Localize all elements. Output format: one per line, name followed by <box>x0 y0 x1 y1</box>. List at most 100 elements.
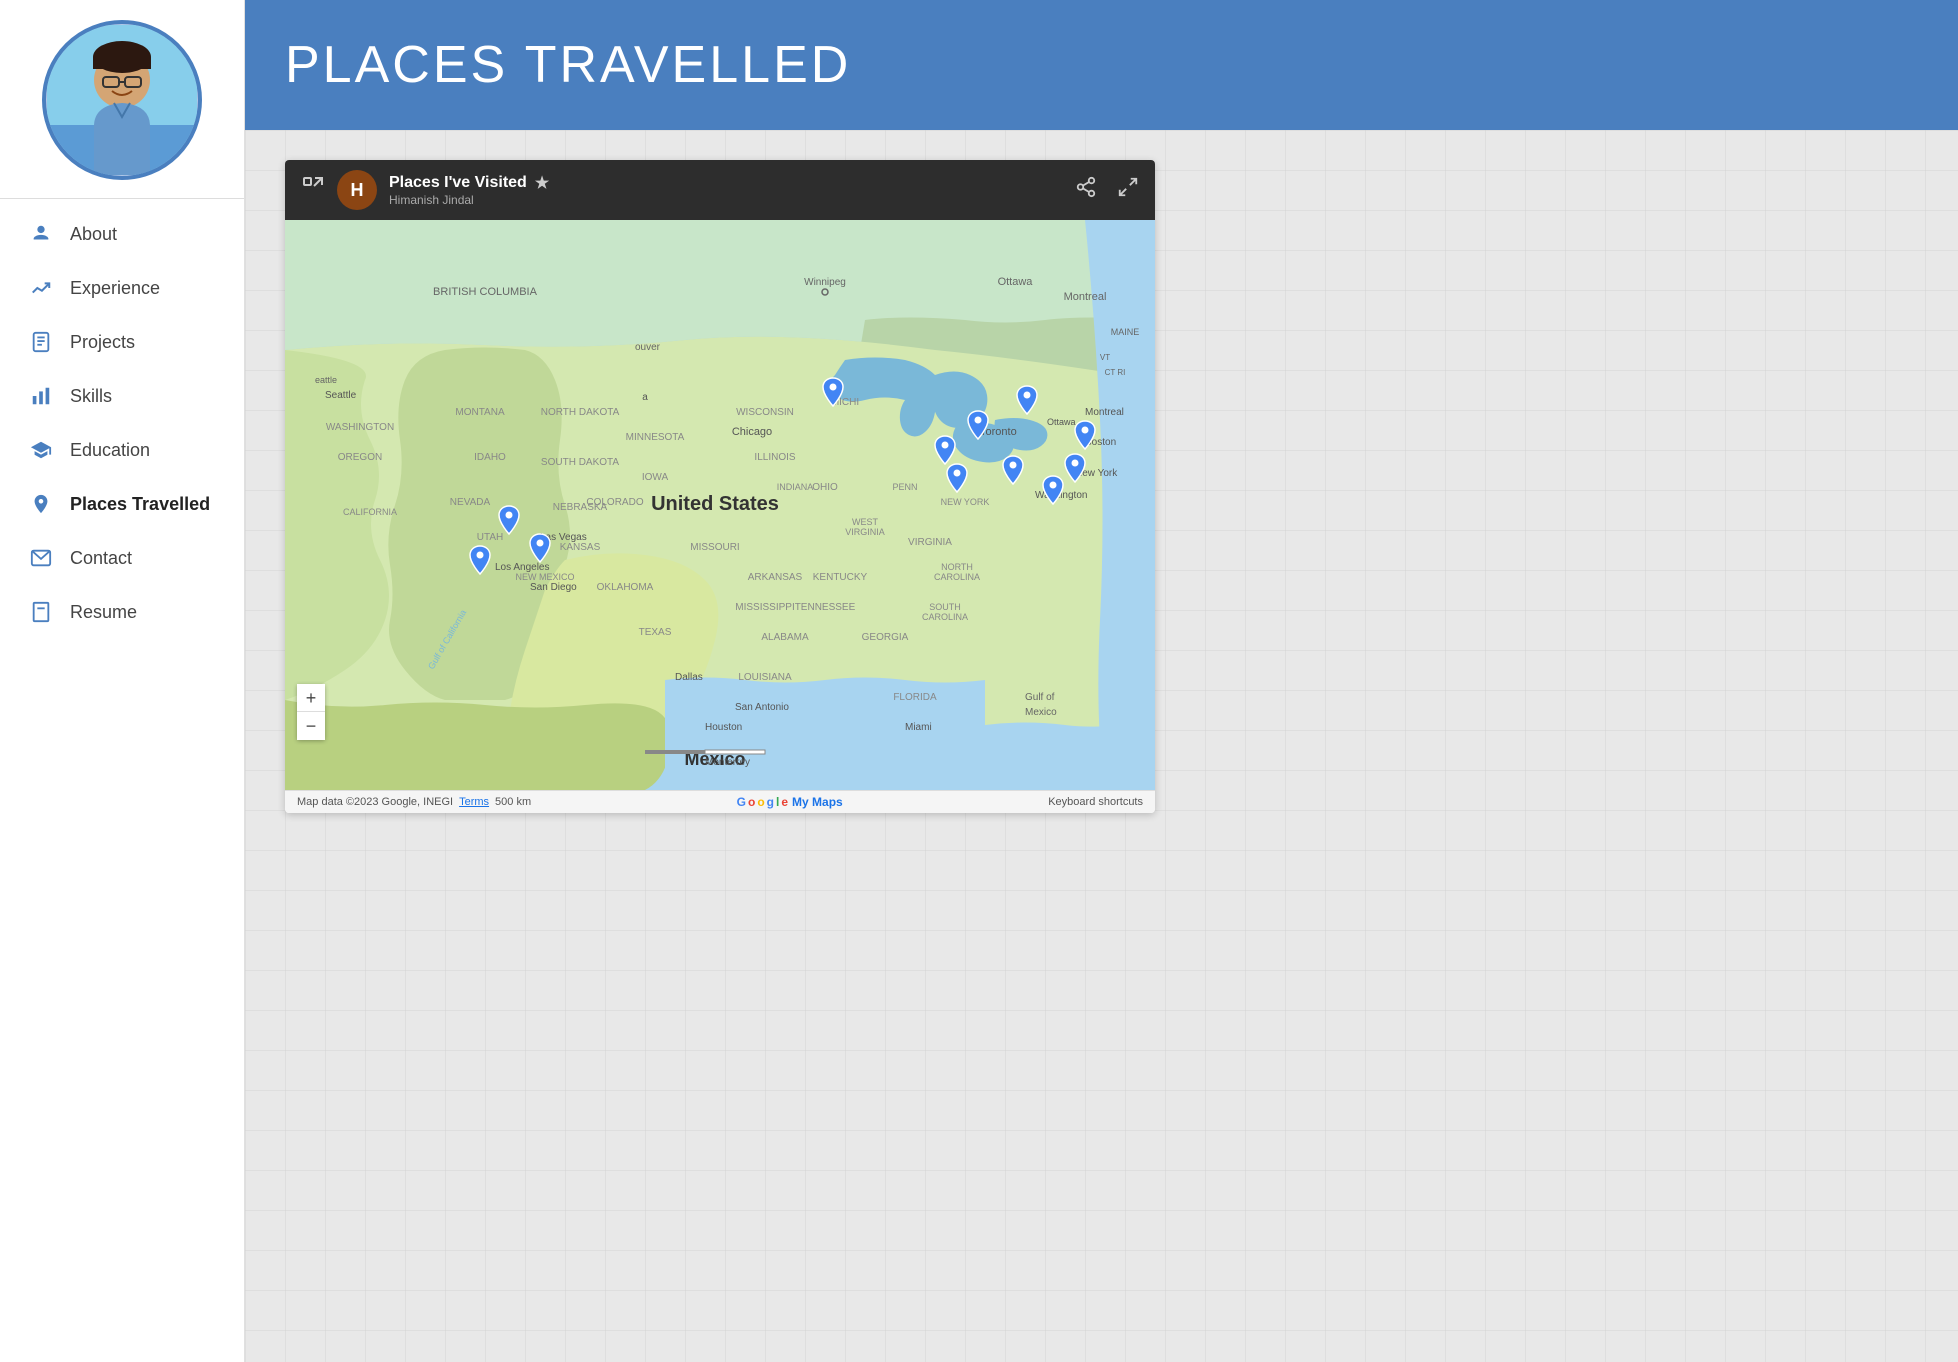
content-area: H Places I've Visited ★ Himanish Jindal <box>245 130 1958 1362</box>
svg-text:COLORADO: COLORADO <box>586 497 643 508</box>
svg-text:NORTH DAKOTA: NORTH DAKOTA <box>541 407 620 418</box>
svg-text:NEW MEXICO: NEW MEXICO <box>515 572 574 582</box>
svg-text:WASHINGTON: WASHINGTON <box>326 422 394 433</box>
page-title: PLACES TRAVELLED <box>285 35 851 95</box>
sidebar-item-projects[interactable]: Projects <box>0 315 244 369</box>
svg-text:Dallas: Dallas <box>675 672 703 683</box>
svg-text:IDAHO: IDAHO <box>474 452 506 463</box>
svg-text:ARKANSAS: ARKANSAS <box>748 572 803 583</box>
svg-text:Miami: Miami <box>905 722 932 733</box>
map-scale-text: 500 km <box>495 796 531 808</box>
svg-text:Winnipeg: Winnipeg <box>804 277 846 288</box>
bar-chart-icon <box>28 383 54 409</box>
svg-text:VIRGINIA: VIRGINIA <box>908 537 952 548</box>
svg-text:NEW YORK: NEW YORK <box>941 497 990 507</box>
svg-text:ALABAMA: ALABAMA <box>761 632 809 643</box>
map-title-group: Places I've Visited ★ Himanish Jindal <box>389 173 1063 207</box>
map-star[interactable]: ★ <box>535 173 549 193</box>
map-title: Places I've Visited ★ <box>389 173 1063 193</box>
svg-text:MONTANA: MONTANA <box>455 407 505 418</box>
share-icon[interactable] <box>1075 176 1097 204</box>
svg-text:San Diego: San Diego <box>530 582 577 593</box>
sidebar-item-experience[interactable]: Experience <box>0 261 244 315</box>
sidebar: About Experience Projects <box>0 0 245 1362</box>
svg-text:WISCONSIN: WISCONSIN <box>736 407 794 418</box>
zoom-out-button[interactable]: − <box>297 712 325 740</box>
svg-text:BRITISH COLUMBIA: BRITISH COLUMBIA <box>433 286 538 298</box>
map-svg-container[interactable]: WASHINGTON OREGON CALIFORNIA MONTANA IDA… <box>285 220 1155 790</box>
file-icon <box>28 599 54 625</box>
svg-text:CT RI: CT RI <box>1105 368 1126 377</box>
svg-text:PENN: PENN <box>892 482 917 492</box>
svg-text:OHIO: OHIO <box>812 482 838 493</box>
svg-text:ouver: ouver <box>635 342 661 353</box>
pin-icon <box>28 491 54 517</box>
map-wrapper: H Places I've Visited ★ Himanish Jindal <box>285 160 1155 813</box>
graduation-icon <box>28 437 54 463</box>
svg-text:UTAH: UTAH <box>477 532 503 543</box>
svg-text:CAROLINA: CAROLINA <box>922 612 968 622</box>
svg-text:OKLAHOMA: OKLAHOMA <box>597 582 654 593</box>
svg-text:IOWA: IOWA <box>642 472 669 483</box>
svg-text:NEVADA: NEVADA <box>450 497 491 508</box>
sidebar-item-places-travelled[interactable]: Places Travelled <box>0 477 244 531</box>
map-zoom-controls: + − <box>297 684 325 740</box>
sidebar-item-resume-label: Resume <box>70 602 137 623</box>
sidebar-item-projects-label: Projects <box>70 332 135 353</box>
page-header: PLACES TRAVELLED <box>245 0 1958 130</box>
sidebar-item-contact[interactable]: Contact <box>0 531 244 585</box>
svg-text:Houston: Houston <box>705 722 742 733</box>
svg-text:Seattle: Seattle <box>325 390 357 401</box>
sidebar-item-skills[interactable]: Skills <box>0 369 244 423</box>
svg-text:WEST: WEST <box>852 517 879 527</box>
svg-text:eattle: eattle <box>315 375 337 385</box>
svg-text:OREGON: OREGON <box>338 452 382 463</box>
trending-up-icon <box>28 275 54 301</box>
fullscreen-icon[interactable] <box>1117 176 1139 204</box>
svg-text:MISSISSIPPI: MISSISSIPPI <box>735 602 794 613</box>
svg-text:VIRGINIA: VIRGINIA <box>845 527 885 537</box>
map-terms-link[interactable]: Terms <box>459 796 489 808</box>
sidebar-item-education-label: Education <box>70 440 150 461</box>
expand-icon[interactable] <box>301 175 325 205</box>
map-data-text: Map data ©2023 Google, INEGI <box>297 796 453 808</box>
svg-text:Ottawa: Ottawa <box>998 276 1034 288</box>
svg-text:Montreal: Montreal <box>1064 291 1107 303</box>
keyboard-shortcuts-text[interactable]: Keyboard shortcuts <box>1048 796 1143 808</box>
sidebar-item-about[interactable]: About <box>0 207 244 261</box>
svg-text:VT: VT <box>1100 353 1110 362</box>
document-icon <box>28 329 54 355</box>
svg-text:CALIFORNIA: CALIFORNIA <box>343 507 397 517</box>
zoom-in-button[interactable]: + <box>297 684 325 712</box>
svg-text:Gulf of: Gulf of <box>1025 692 1055 703</box>
sidebar-item-about-label: About <box>70 224 117 245</box>
svg-text:ILLINOIS: ILLINOIS <box>754 452 795 463</box>
svg-text:LOUISIANA: LOUISIANA <box>738 672 792 683</box>
svg-text:SOUTH: SOUTH <box>929 602 961 612</box>
sidebar-item-experience-label: Experience <box>70 278 160 299</box>
svg-text:SOUTH DAKOTA: SOUTH DAKOTA <box>541 457 619 468</box>
svg-text:CAROLINA: CAROLINA <box>934 572 980 582</box>
svg-text:INDIANA: INDIANA <box>777 482 814 492</box>
person-icon <box>28 221 54 247</box>
svg-text:NORTH: NORTH <box>941 562 973 572</box>
sidebar-item-contact-label: Contact <box>70 548 132 569</box>
map-title-text: Places I've Visited <box>389 174 527 192</box>
svg-text:GEORGIA: GEORGIA <box>862 632 909 643</box>
svg-text:Ottawa: Ottawa <box>1047 417 1076 427</box>
sidebar-item-education[interactable]: Education <box>0 423 244 477</box>
svg-text:Monterrey: Monterrey <box>705 757 750 768</box>
svg-text:Los Angeles: Los Angeles <box>495 562 550 573</box>
envelope-icon <box>28 545 54 571</box>
svg-text:Chicago: Chicago <box>732 426 772 438</box>
svg-text:United States: United States <box>651 493 779 515</box>
svg-text:FLORIDA: FLORIDA <box>893 692 937 703</box>
svg-text:MISSOURI: MISSOURI <box>690 542 739 553</box>
svg-text:TENNESSEE: TENNESSEE <box>795 602 856 613</box>
svg-text:KANSAS: KANSAS <box>560 542 601 553</box>
map-footer-left: Map data ©2023 Google, INEGI Terms 500 k… <box>297 796 531 808</box>
map-footer-right: Keyboard shortcuts <box>1048 796 1143 808</box>
svg-text:KENTUCKY: KENTUCKY <box>813 572 868 583</box>
sidebar-item-resume[interactable]: Resume <box>0 585 244 639</box>
my-maps-text[interactable]: My Maps <box>792 795 843 809</box>
